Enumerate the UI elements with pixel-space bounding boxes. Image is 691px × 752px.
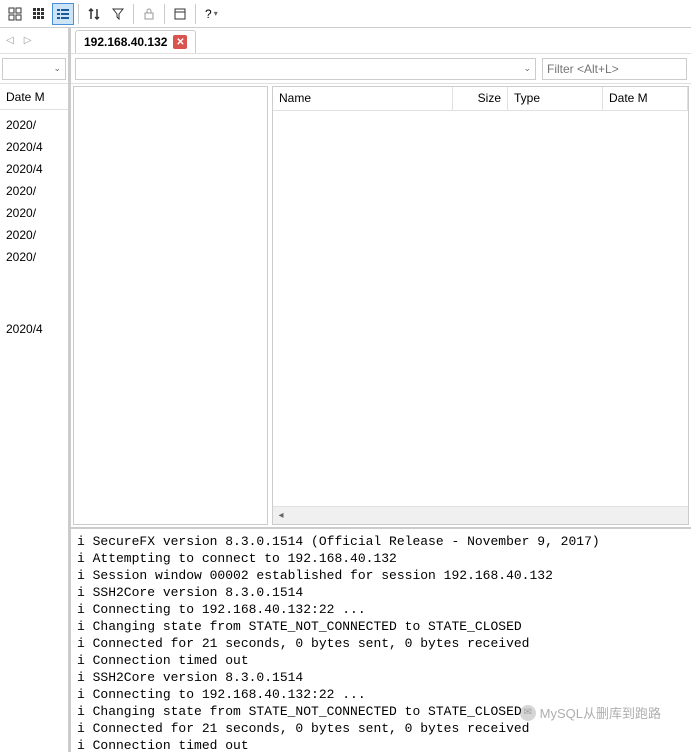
left-panel: ◁ ▷ ⌄ Date M 2020/2020/42020/42020/2020/… [0, 28, 70, 752]
lock-button[interactable] [138, 3, 160, 25]
filter-button[interactable] [107, 3, 129, 25]
column-date[interactable]: Date M [603, 87, 688, 110]
nav-forward-icon[interactable]: ▷ [24, 35, 32, 46]
toolbar-separator [133, 4, 134, 24]
main-area: ◁ ▷ ⌄ Date M 2020/2020/42020/42020/2020/… [0, 28, 691, 752]
toolbar-separator [78, 4, 79, 24]
column-type[interactable]: Type [508, 87, 603, 110]
tree-pane[interactable] [73, 86, 268, 525]
nav-back-icon[interactable]: ◁ [6, 35, 14, 46]
path-combo-left[interactable]: ⌄ [2, 58, 66, 80]
scroll-left-icon[interactable]: ◂ [273, 510, 289, 521]
tab-label: 192.168.40.132 [84, 35, 167, 49]
list-pane: Name Size Type Date M ◂ [272, 86, 689, 525]
list-item[interactable]: 2020/ [6, 224, 62, 246]
path-combo-right[interactable]: ⌄ [75, 58, 536, 80]
help-label: ? [205, 7, 212, 21]
chevron-down-icon: ▾ [214, 9, 218, 18]
help-button[interactable]: ? ▾ [200, 3, 223, 25]
view-small-icons-button[interactable] [28, 3, 50, 25]
view-large-icons-button[interactable] [4, 3, 26, 25]
date-list: 2020/2020/42020/42020/2020/2020/2020/ 20… [0, 110, 68, 344]
list-item[interactable]: 2020/4 [6, 318, 62, 340]
file-area: Name Size Type Date M ◂ i SecureFX versi… [71, 84, 691, 752]
list-item[interactable]: 2020/ [6, 246, 62, 268]
column-name[interactable]: Name [273, 87, 453, 110]
left-header[interactable]: Date M [0, 84, 68, 110]
list-item[interactable]: 2020/4 [6, 136, 62, 158]
toolbar-separator [195, 4, 196, 24]
tab-bar: 192.168.40.132 ✕ [71, 28, 691, 54]
log-pane[interactable]: i SecureFX version 8.3.0.1514 (Official … [71, 527, 691, 752]
file-split: Name Size Type Date M ◂ [71, 84, 691, 527]
filter-row: ⌄ [71, 54, 691, 84]
filter-input[interactable] [542, 58, 687, 80]
chevron-down-icon: ⌄ [53, 63, 61, 74]
column-header: Name Size Type Date M [273, 87, 688, 111]
view-list-button[interactable] [52, 3, 74, 25]
left-header-label: Date M [6, 90, 45, 104]
chevron-down-icon: ⌄ [523, 63, 531, 74]
toolbar-separator [164, 4, 165, 24]
horizontal-scrollbar[interactable]: ◂ [273, 506, 688, 524]
close-icon[interactable]: ✕ [173, 35, 187, 49]
column-size[interactable]: Size [453, 87, 508, 110]
list-item[interactable]: 2020/ [6, 180, 62, 202]
file-list-body[interactable] [273, 111, 688, 506]
combo-row: ⌄ [0, 54, 68, 84]
list-item[interactable]: 2020/ [6, 114, 62, 136]
properties-button[interactable] [169, 3, 191, 25]
sort-button[interactable] [83, 3, 105, 25]
nav-row: ◁ ▷ [0, 28, 68, 54]
right-panel: 192.168.40.132 ✕ ⌄ Name Size Type Date M [70, 28, 691, 752]
list-item[interactable]: 2020/4 [6, 158, 62, 180]
toolbar: ? ▾ [0, 0, 691, 28]
list-item[interactable]: 2020/ [6, 202, 62, 224]
session-tab[interactable]: 192.168.40.132 ✕ [75, 30, 196, 53]
